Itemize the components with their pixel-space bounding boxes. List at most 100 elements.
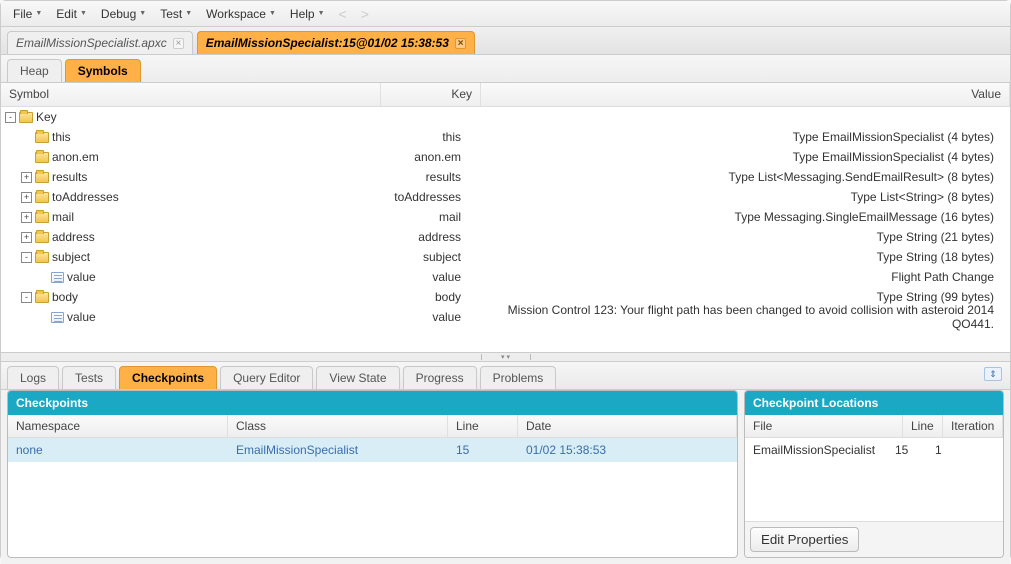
col-line[interactable]: Line — [448, 415, 518, 437]
expand-icon[interactable]: + — [21, 232, 32, 243]
panel-title: Checkpoints — [8, 391, 737, 415]
tree-symbol-cell: - Key — [5, 110, 381, 124]
expand-icon[interactable]: + — [21, 192, 32, 203]
col-iteration[interactable]: Iteration — [943, 415, 1003, 437]
tree-value-cell: Type List<String> (8 bytes) — [481, 190, 1006, 204]
folder-icon — [19, 112, 33, 123]
tree-row[interactable]: anon.emanon.emType EmailMissionSpecialis… — [1, 147, 1010, 167]
menu-debug[interactable]: Debug ▼ — [95, 5, 152, 23]
tree-key-cell: results — [381, 170, 481, 184]
menu-workspace[interactable]: Workspace ▼ — [200, 5, 282, 23]
tree-value-cell: Mission Control 123: Your flight path ha… — [481, 303, 1006, 331]
caret-icon: ▼ — [35, 10, 42, 17]
col-class[interactable]: Class — [228, 415, 448, 437]
horizontal-splitter[interactable]: ▾▾ — [1, 352, 1010, 362]
folder-icon — [35, 252, 49, 263]
tree-symbol-cell: this — [5, 130, 381, 144]
tree-row[interactable]: +toAddressestoAddressesType List<String>… — [1, 187, 1010, 207]
tab-label: EmailMissionSpecialist.apxc — [16, 36, 167, 50]
col-namespace[interactable]: Namespace — [8, 415, 228, 437]
tree-value-cell: Type Messaging.SingleEmailMessage (16 by… — [481, 210, 1006, 224]
folder-icon — [35, 132, 49, 143]
tree-row[interactable]: +addressaddressType String (21 bytes) — [1, 227, 1010, 247]
close-icon[interactable]: × — [173, 38, 184, 49]
location-row[interactable]: EmailMissionSpecialist 15 1 — [745, 438, 1003, 462]
bottab-checkpoints[interactable]: Checkpoints — [119, 366, 217, 389]
panel-title: Checkpoint Locations — [745, 391, 1003, 415]
expand-icon[interactable]: + — [21, 172, 32, 183]
grip-icon: ▾▾ — [481, 354, 531, 360]
expand-panel-icon[interactable]: ⇕ — [984, 367, 1002, 381]
caret-icon: ▼ — [80, 10, 87, 17]
collapse-icon[interactable]: - — [21, 252, 32, 263]
col-file[interactable]: File — [745, 415, 903, 437]
col-value[interactable]: Value — [481, 83, 1010, 106]
bottab-problems[interactable]: Problems — [480, 366, 557, 389]
cell-line: 15 — [895, 443, 935, 457]
tree-symbol-label: this — [52, 130, 71, 144]
menu-help[interactable]: Help ▼ — [284, 5, 331, 23]
menu-file[interactable]: File ▼ — [7, 5, 48, 23]
subtab-symbols[interactable]: Symbols — [65, 59, 141, 82]
bottab-queryeditor[interactable]: Query Editor — [220, 366, 313, 389]
folder-icon — [35, 152, 49, 163]
leaf-icon — [51, 312, 64, 323]
tree-symbol-label: Key — [36, 110, 57, 124]
tree-value-cell: Type String (21 bytes) — [481, 230, 1006, 244]
tree-symbol-label: anon.em — [52, 150, 99, 164]
nav-back-icon: < — [333, 6, 353, 22]
collapse-icon[interactable]: - — [5, 112, 16, 123]
tree-symbol-cell: +address — [5, 230, 381, 244]
subtab-heap[interactable]: Heap — [7, 59, 62, 82]
tree-row[interactable]: valuevalueMission Control 123: Your flig… — [1, 307, 1010, 327]
col-line[interactable]: Line — [903, 415, 943, 437]
tree-value-cell: Type String (18 bytes) — [481, 250, 1006, 264]
menu-edit[interactable]: Edit ▼ — [50, 5, 93, 23]
tree-key-cell: body — [381, 290, 481, 304]
close-icon[interactable]: × — [455, 38, 466, 49]
tree-row[interactable]: -subjectsubjectType String (18 bytes) — [1, 247, 1010, 267]
checkpoint-row[interactable]: none EmailMissionSpecialist 15 01/02 15:… — [8, 438, 737, 462]
tree-key-cell: value — [381, 310, 481, 324]
col-date[interactable]: Date — [518, 415, 737, 437]
tree-row[interactable]: thisthisType EmailMissionSpecialist (4 b… — [1, 127, 1010, 147]
tree-symbol-cell: value — [5, 270, 381, 284]
collapse-icon[interactable]: - — [21, 292, 32, 303]
folder-icon — [35, 292, 49, 303]
tree-symbol-cell: -body — [5, 290, 381, 304]
tree-value-cell: Type EmailMissionSpecialist (4 bytes) — [481, 130, 1006, 144]
caret-icon: ▼ — [139, 10, 146, 17]
expand-icon[interactable]: + — [21, 212, 32, 223]
tree-symbol-label: toAddresses — [52, 190, 119, 204]
tree-row[interactable]: - Key — [1, 107, 1010, 127]
menu-test[interactable]: Test ▼ — [154, 5, 198, 23]
tree-row[interactable]: valuevalueFlight Path Change — [1, 267, 1010, 287]
tab-label: EmailMissionSpecialist:15@01/02 15:38:53 — [206, 36, 449, 50]
tree-symbol-label: results — [52, 170, 87, 184]
tree-value-cell: Type List<Messaging.SendEmailResult> (8 … — [481, 170, 1006, 184]
bottab-tests[interactable]: Tests — [62, 366, 116, 389]
tree-key-cell: address — [381, 230, 481, 244]
bottab-viewstate[interactable]: View State — [316, 366, 399, 389]
edit-properties-button[interactable]: Edit Properties — [750, 527, 859, 552]
tab-checkpoint[interactable]: EmailMissionSpecialist:15@01/02 15:38:53… — [197, 31, 475, 54]
bottom-tabbar: Logs Tests Checkpoints Query Editor View… — [1, 362, 1010, 390]
tree-symbol-label: subject — [52, 250, 90, 264]
tab-file[interactable]: EmailMissionSpecialist.apxc × — [7, 31, 193, 54]
tree-row[interactable]: +resultsresultsType List<Messaging.SendE… — [1, 167, 1010, 187]
locations-header: File Line Iteration — [745, 415, 1003, 438]
tree-key-cell: mail — [381, 210, 481, 224]
folder-icon — [35, 172, 49, 183]
menubar: File ▼ Edit ▼ Debug ▼ Test ▼ Workspace ▼… — [1, 1, 1010, 27]
col-symbol[interactable]: Symbol — [1, 83, 381, 106]
nav-forward-icon: > — [355, 6, 375, 22]
col-key[interactable]: Key — [381, 83, 481, 106]
locations-body: EmailMissionSpecialist 15 1 — [745, 438, 1003, 521]
bottab-logs[interactable]: Logs — [7, 366, 59, 389]
symbols-tree[interactable]: - Key thisthisType EmailMissionSpecialist … — [1, 107, 1010, 352]
tree-row[interactable]: +mailmailType Messaging.SingleEmailMessa… — [1, 207, 1010, 227]
tree-key-cell: toAddresses — [381, 190, 481, 204]
caret-icon: ▼ — [185, 10, 192, 17]
bottab-progress[interactable]: Progress — [403, 366, 477, 389]
cell-file: EmailMissionSpecialist — [753, 443, 895, 457]
